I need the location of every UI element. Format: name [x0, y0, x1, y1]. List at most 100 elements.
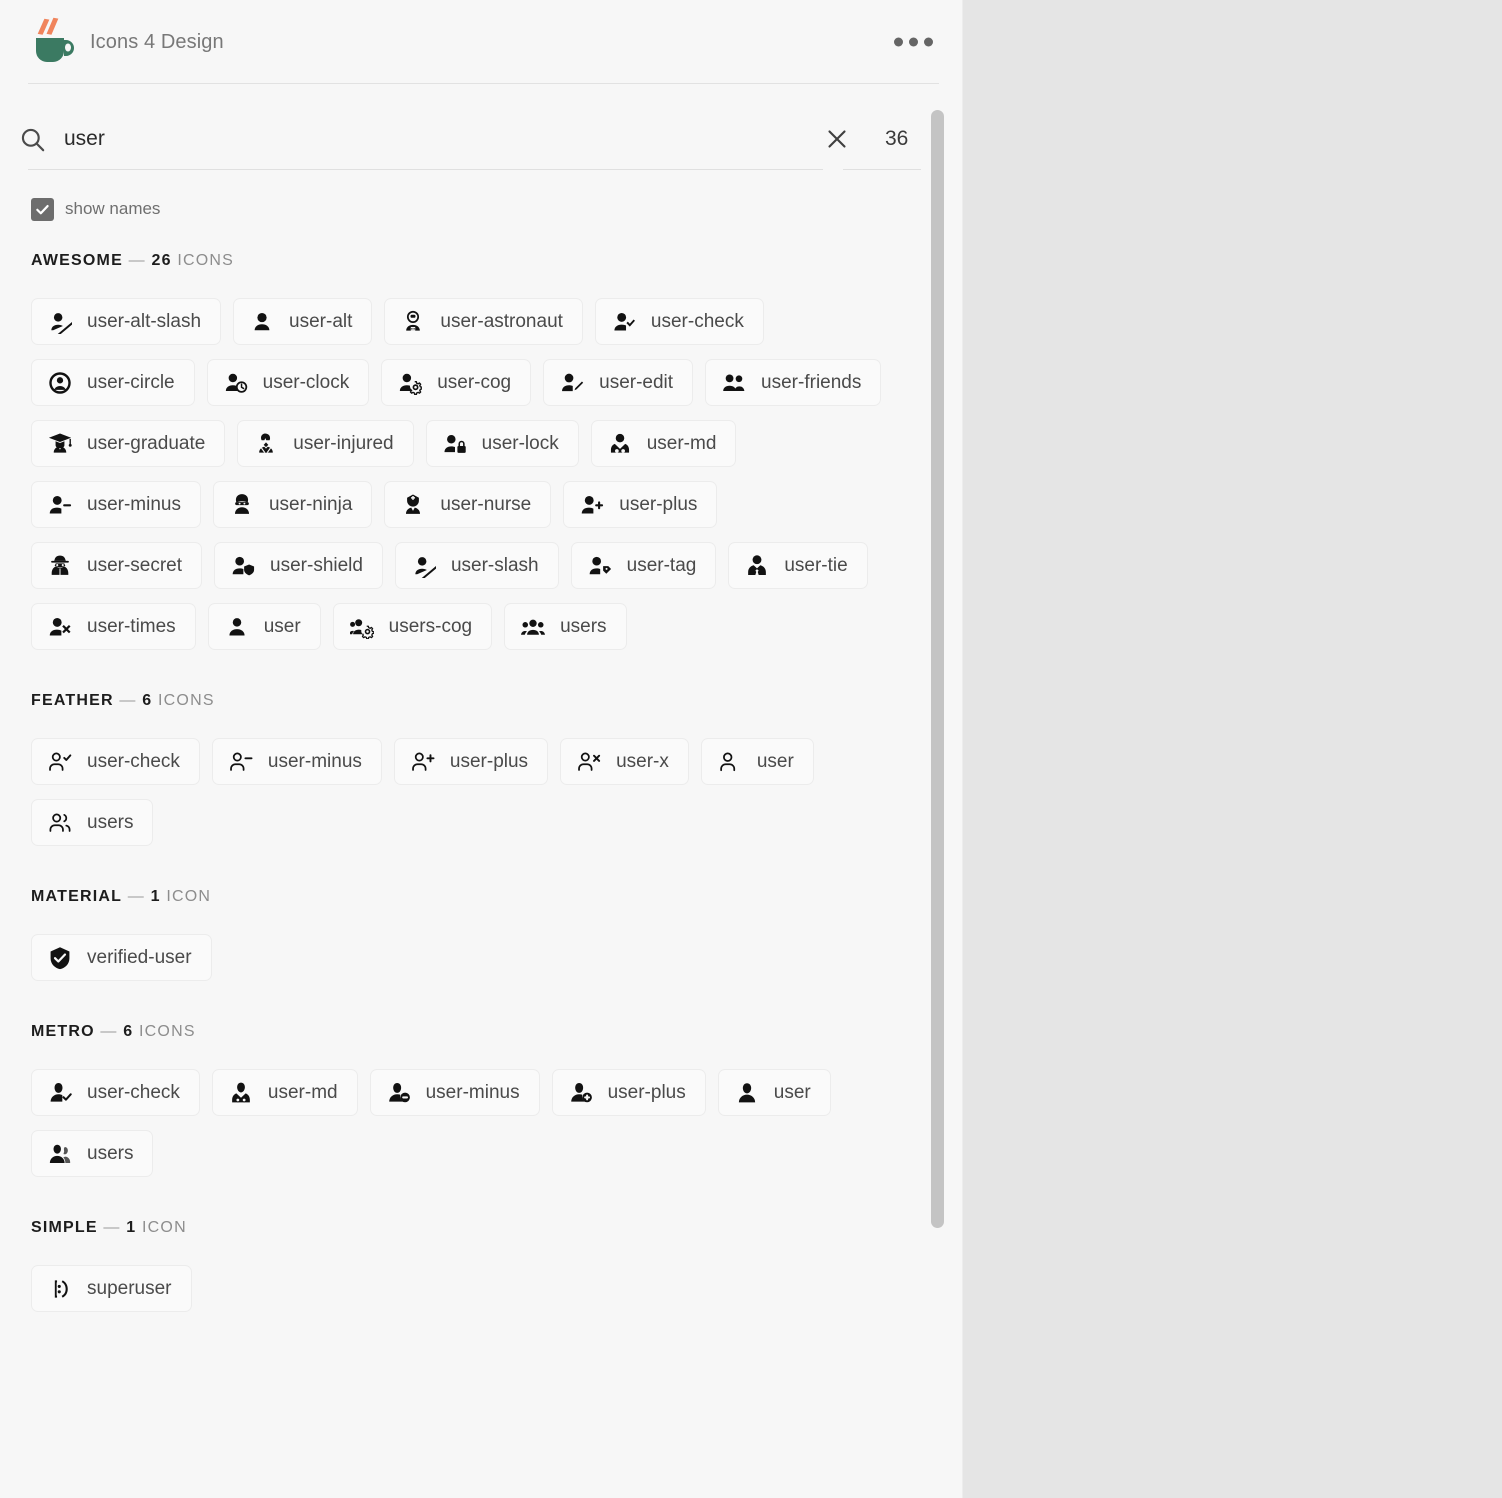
icon-chip[interactable]: users [31, 1130, 154, 1177]
icon-chip[interactable]: user-friends [705, 359, 882, 406]
user-outline-icon [717, 749, 743, 775]
icon-chip-label: user-minus [267, 750, 362, 772]
icons-plugin-panel: Icons 4 Design 36 [0, 0, 963, 1498]
icon-chip[interactable]: user-minus [31, 481, 201, 528]
user-alt-icon [249, 309, 275, 335]
icon-section: AWESOME — 26 ICONS user-alt-slash user-alt… [31, 252, 930, 650]
icon-chip-group: user-alt-slash user-alt user-astronaut user… [31, 298, 896, 650]
header-divider [28, 83, 939, 84]
icon-chip[interactable]: user-clock [206, 359, 370, 406]
icon-chip-label: user-lock [481, 432, 559, 454]
icon-chip-label: user-astronaut [440, 310, 563, 332]
icon-chip[interactable]: user-check [31, 738, 200, 785]
scrollbar-thumb[interactable] [931, 110, 944, 1228]
section-dash: — [113, 692, 143, 709]
icon-chip[interactable]: users-cog [332, 603, 493, 650]
search-underline [28, 169, 823, 170]
icon-chip[interactable]: user-x [560, 738, 689, 785]
icon-chip[interactable]: verified-user [31, 934, 212, 981]
icon-chip[interactable]: user-plus [551, 1069, 706, 1116]
section-count: 6 [123, 1023, 134, 1040]
section-unit: ICON [136, 1219, 187, 1236]
icon-chip[interactable]: user-cog [381, 359, 532, 406]
icon-chip[interactable]: user-times [31, 603, 196, 650]
icon-chip[interactable]: user-minus [369, 1069, 540, 1116]
user-icon [224, 614, 250, 640]
search-icon [0, 126, 64, 153]
checkmark-icon [31, 197, 54, 221]
superuser-bracket-face-icon [47, 1276, 73, 1302]
page-title: Icons 4 Design [90, 30, 224, 53]
icon-chip[interactable]: user-plus [393, 738, 549, 785]
user-secret-icon [47, 553, 73, 579]
search-input[interactable] [64, 108, 807, 170]
icon-chip[interactable]: user-injured [237, 420, 414, 467]
icon-chip-label: verified-user [87, 946, 192, 968]
user-tie-icon [744, 553, 770, 579]
icon-chip[interactable]: user-graduate [31, 420, 226, 467]
section-header: METRO — 6 ICONS [31, 1023, 930, 1041]
icon-chip-label: user-x [616, 750, 669, 772]
users-cog-icon [349, 614, 375, 640]
icon-chip[interactable]: user-tag [570, 542, 717, 589]
icon-section: METRO — 6 ICONS user-check user-md user-min… [31, 1023, 930, 1177]
icon-chip[interactable]: user-astronaut [384, 298, 583, 345]
icon-chip[interactable]: users [31, 799, 154, 846]
panel-header: Icons 4 Design [0, 0, 963, 84]
icon-chip-label: user-secret [87, 554, 183, 576]
results-scrollbar[interactable] [927, 110, 947, 1498]
icon-chip[interactable]: user-slash [394, 542, 559, 589]
icon-chip[interactable]: user-check [594, 298, 764, 345]
design-canvas[interactable] [963, 0, 1502, 1498]
icon-chip-label: user-tag [626, 554, 697, 576]
section-name: MATERIAL [31, 888, 123, 905]
user-lock-icon [442, 431, 468, 457]
metro-user-minus-icon [386, 1080, 412, 1106]
icon-chip[interactable]: user [207, 603, 321, 650]
metro-user-check-icon [47, 1080, 73, 1106]
section-count: 26 [151, 252, 172, 269]
icon-chip-label: user-nurse [440, 493, 532, 515]
icon-chip[interactable]: user-secret [31, 542, 203, 589]
icon-chip[interactable]: user-ninja [212, 481, 373, 528]
icon-chip[interactable]: user-circle [31, 359, 195, 406]
user-ninja-icon [229, 492, 255, 518]
icon-chip[interactable]: users [504, 603, 627, 650]
icon-chip[interactable]: user-md [211, 1069, 358, 1116]
icon-chip[interactable]: user-edit [543, 359, 694, 406]
icon-chip-label: user-alt-slash [87, 310, 202, 332]
icon-chip-label: user [756, 750, 794, 772]
user-nurse-icon [400, 492, 426, 518]
icon-chip[interactable]: user-check [31, 1069, 200, 1116]
plugin-window: Icons 4 Design 36 [0, 0, 1502, 1498]
icon-chip[interactable]: user-alt-slash [31, 298, 222, 345]
icon-chip-label: user-ninja [268, 493, 353, 515]
metro-user-md-icon [228, 1080, 254, 1106]
icon-chip-label: users [87, 1142, 134, 1164]
icon-chip-group: user-check user-minus user-plus user-x user u… [31, 738, 896, 846]
icon-chip[interactable]: user-md [590, 420, 737, 467]
icon-chip[interactable]: user-lock [425, 420, 579, 467]
icon-chip-label: user-edit [599, 371, 674, 393]
icon-chip[interactable]: superuser [31, 1265, 192, 1312]
section-count: 1 [126, 1219, 137, 1236]
icon-chip[interactable]: user-tie [728, 542, 868, 589]
show-names-label: show names [65, 199, 161, 218]
icon-chip[interactable]: user [700, 738, 814, 785]
icon-chip[interactable]: user-minus [211, 738, 382, 785]
icon-chip[interactable]: user-nurse [384, 481, 552, 528]
icon-chip[interactable]: user-shield [214, 542, 383, 589]
icon-chip[interactable]: user-plus [563, 481, 718, 528]
user-plus-outline-icon [410, 749, 436, 775]
section-count: 6 [142, 692, 153, 709]
user-slash-icon [411, 553, 437, 579]
kebab-menu-icon[interactable] [894, 37, 933, 47]
show-names-toggle[interactable]: show names [0, 196, 963, 222]
icon-chip[interactable]: user [717, 1069, 831, 1116]
icon-chip[interactable]: user-alt [233, 298, 373, 345]
icon-chip-label: user-injured [293, 432, 394, 454]
clear-search-icon[interactable] [807, 127, 867, 151]
icon-section: MATERIAL — 1 ICON verified-user [31, 888, 930, 981]
icon-chip-label: user-md [267, 1081, 338, 1103]
icon-chip-label: user-slash [450, 554, 539, 576]
